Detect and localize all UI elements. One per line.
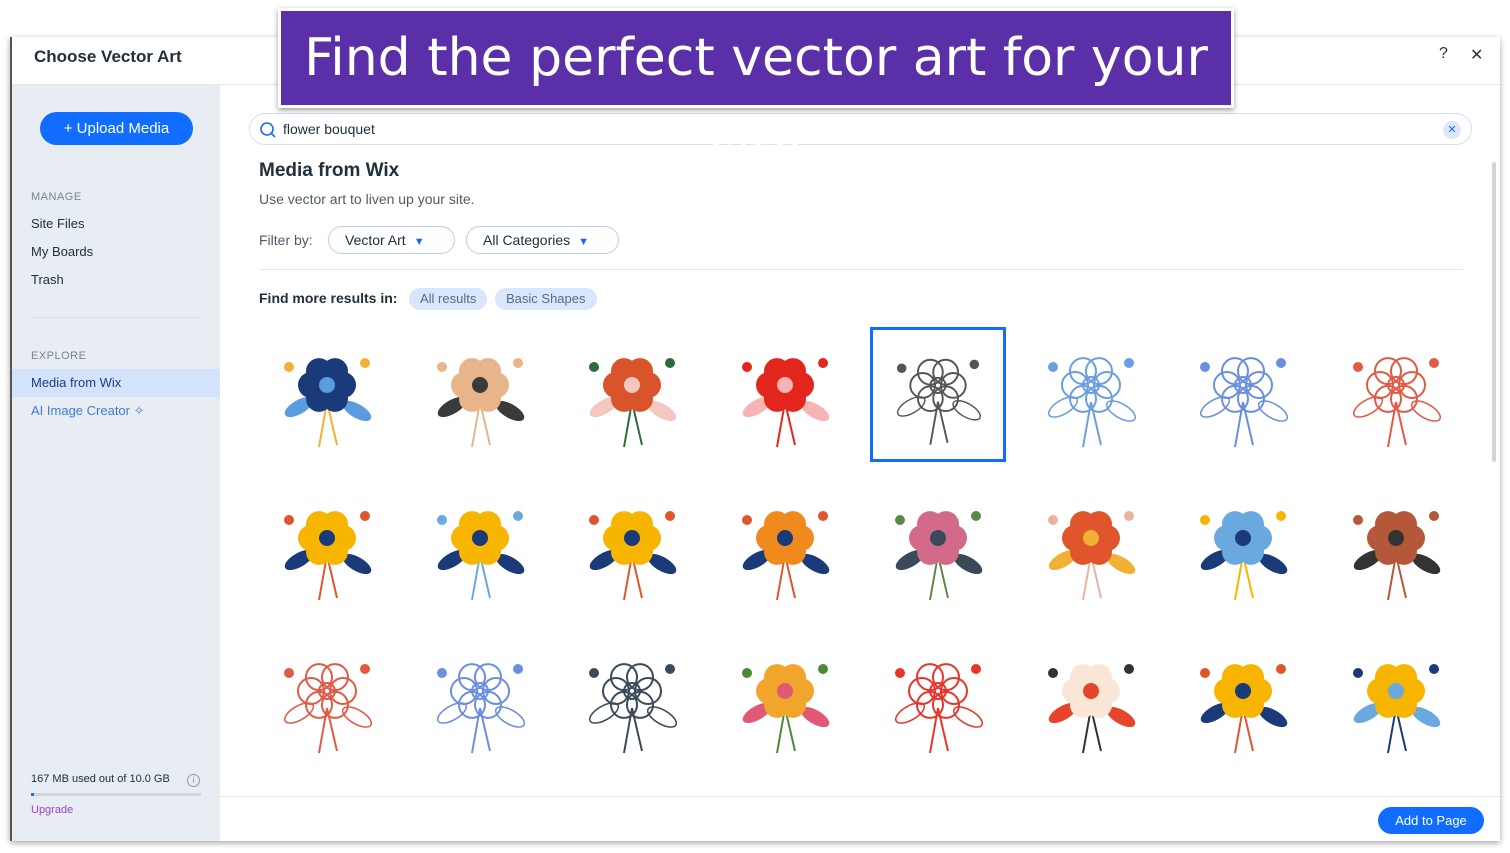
vector-art-tile[interactable] [564, 480, 700, 615]
flower-illustration [589, 511, 677, 601]
vector-art-tile[interactable] [1175, 480, 1311, 615]
vector-art-tile[interactable] [870, 480, 1006, 615]
section-title: Media from Wix [259, 160, 400, 181]
category-filter-dropdown[interactable]: All Categories ▼ [466, 226, 619, 254]
section-subtitle: Use vector art to liven up your site. [259, 191, 475, 207]
vector-art-tile[interactable] [1175, 633, 1311, 768]
vector-art-tile[interactable] [1175, 327, 1311, 462]
flower-illustration [436, 358, 524, 448]
more-results-label: Find more results in: [259, 290, 398, 306]
sidebar-item-my-boards[interactable]: My Boards [12, 238, 220, 266]
close-button[interactable]: ✕ [1470, 45, 1483, 65]
flower-illustration [1200, 511, 1288, 601]
flower-illustration [1352, 357, 1441, 448]
type-filter-value: Vector Art [345, 232, 406, 248]
vector-art-tile[interactable] [870, 633, 1006, 768]
scrollbar[interactable] [1492, 162, 1496, 462]
vector-art-tile[interactable] [1023, 327, 1159, 462]
filter-label: Filter by: [259, 232, 313, 248]
ai-image-creator-label: AI Image Creator [31, 403, 130, 418]
search-query[interactable]: flower bouquet [283, 121, 375, 137]
flower-illustration [1047, 357, 1136, 448]
vector-art-tile[interactable] [259, 480, 395, 615]
type-filter-dropdown[interactable]: Vector Art ▼ [328, 226, 455, 254]
upload-media-button[interactable]: + Upload Media [40, 112, 193, 145]
flower-illustration [589, 663, 678, 754]
dialog-title: Choose Vector Art [34, 47, 182, 66]
flower-illustration [1200, 357, 1289, 448]
vector-art-tile[interactable] [717, 633, 853, 768]
sidebar-item-ai-image-creator[interactable]: AI Image Creator ✧ [12, 397, 220, 425]
info-icon[interactable]: i [187, 774, 200, 787]
clear-search-button[interactable]: ✕ [1443, 121, 1461, 139]
sparkle-icon: ✧ [133, 403, 145, 418]
vector-art-tile[interactable] [1328, 633, 1464, 768]
search-input[interactable]: flower bouquet ✕ [249, 113, 1472, 145]
flower-illustration [436, 511, 524, 601]
vector-art-tile[interactable] [564, 327, 700, 462]
flower-illustration [284, 358, 372, 448]
sidebar-divider [31, 317, 201, 318]
dialog-footer: Add to Page [220, 796, 1500, 841]
flower-illustration [742, 511, 830, 601]
vector-art-tile[interactable] [1328, 327, 1464, 462]
flower-illustration [283, 663, 373, 754]
chip-all-results[interactable]: All results [409, 288, 488, 310]
search-icon [260, 122, 276, 138]
flower-illustration [896, 358, 981, 445]
flower-illustration [1352, 511, 1441, 601]
vector-art-tile[interactable] [259, 327, 395, 462]
flower-illustration [742, 664, 830, 754]
storage-bar [31, 793, 201, 796]
vector-art-tile[interactable] [412, 633, 548, 768]
flower-illustration [894, 663, 983, 754]
flower-illustration [1047, 511, 1135, 601]
vector-art-tile[interactable] [869, 327, 1006, 462]
storage-usage: 167 MB used out of 10.0 GB [31, 773, 170, 785]
chevron-down-icon: ▼ [578, 236, 590, 248]
flower-illustration [436, 663, 525, 754]
flower-illustration [894, 511, 983, 601]
chip-basic-shapes[interactable]: Basic Shapes [495, 288, 597, 310]
vector-art-tile[interactable] [564, 633, 700, 768]
flower-illustration [589, 358, 677, 448]
divider [259, 269, 1463, 270]
sidebar-item-trash[interactable]: Trash [12, 266, 220, 294]
add-to-page-button[interactable]: Add to Page [1378, 807, 1484, 834]
sidebar: + Upload Media MANAGE Site Files My Boar… [12, 85, 220, 841]
category-filter-value: All Categories [483, 232, 571, 248]
vector-art-tile[interactable] [412, 480, 548, 615]
flower-illustration [742, 358, 830, 448]
vector-art-tile[interactable] [1023, 480, 1159, 615]
promo-banner: Find the perfect vector art for your sit… [278, 8, 1234, 182]
vector-art-tile[interactable] [412, 327, 548, 462]
vector-art-tile[interactable] [1328, 480, 1464, 615]
flower-illustration [284, 511, 372, 601]
chevron-down-icon: ▼ [413, 236, 425, 248]
help-button[interactable]: ? [1439, 45, 1448, 63]
flower-illustration [1200, 664, 1288, 754]
storage-bar-fill [31, 793, 34, 796]
manage-heading: MANAGE [31, 191, 82, 203]
explore-heading: EXPLORE [31, 350, 87, 362]
vector-art-tile[interactable] [717, 480, 853, 615]
sidebar-item-site-files[interactable]: Site Files [12, 210, 220, 238]
vector-art-tile[interactable] [259, 633, 395, 768]
vector-art-tile[interactable] [1023, 633, 1159, 768]
vector-art-tile[interactable] [717, 327, 853, 462]
flower-illustration [1352, 664, 1441, 754]
sidebar-item-media-from-wix[interactable]: Media from Wix [12, 369, 220, 397]
upgrade-link[interactable]: Upgrade [31, 804, 73, 816]
flower-illustration [1047, 664, 1135, 754]
